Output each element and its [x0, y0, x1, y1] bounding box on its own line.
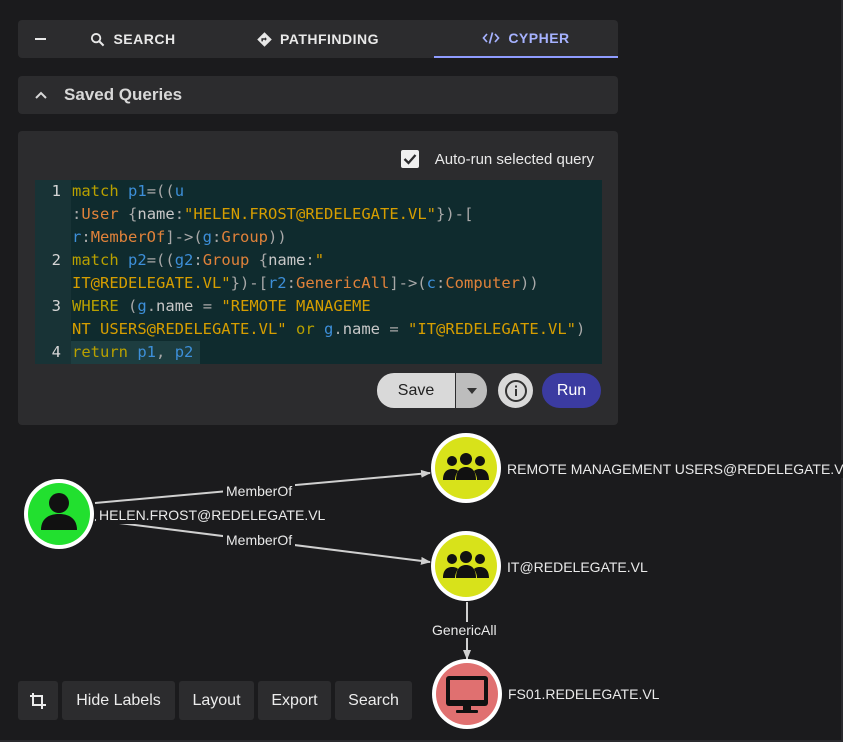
hide-labels-button[interactable]: Hide Labels	[62, 681, 175, 720]
node-user[interactable]	[24, 479, 94, 549]
node-label: IT@REDELEGATE.VL	[504, 558, 651, 576]
search-graph-button[interactable]: Search	[335, 681, 412, 720]
edge-label: GenericAll	[429, 622, 500, 638]
crop-icon	[30, 692, 46, 709]
hide-labels-label: Hide Labels	[76, 691, 161, 709]
node-label: REMOTE MANAGEMENT USERS@REDELEGATE.VL	[504, 460, 843, 478]
graph-canvas	[24, 433, 502, 729]
node-group-it[interactable]	[431, 531, 501, 601]
layout-button[interactable]: Layout	[179, 681, 254, 720]
edge-label: MemberOf	[223, 483, 296, 499]
node-label: FS01.REDELEGATE.VL	[505, 685, 663, 703]
export-button[interactable]: Export	[258, 681, 331, 720]
layout-label: Layout	[192, 691, 241, 709]
node-computer[interactable]	[432, 659, 502, 729]
node-group-remote-management[interactable]	[431, 433, 501, 503]
export-label: Export	[271, 691, 318, 709]
crop-button[interactable]	[18, 681, 58, 720]
node-label: HELEN.FROST@REDELEGATE.VL	[96, 506, 329, 524]
edge-label: MemberOf	[223, 532, 296, 548]
search-graph-label: Search	[348, 691, 399, 709]
